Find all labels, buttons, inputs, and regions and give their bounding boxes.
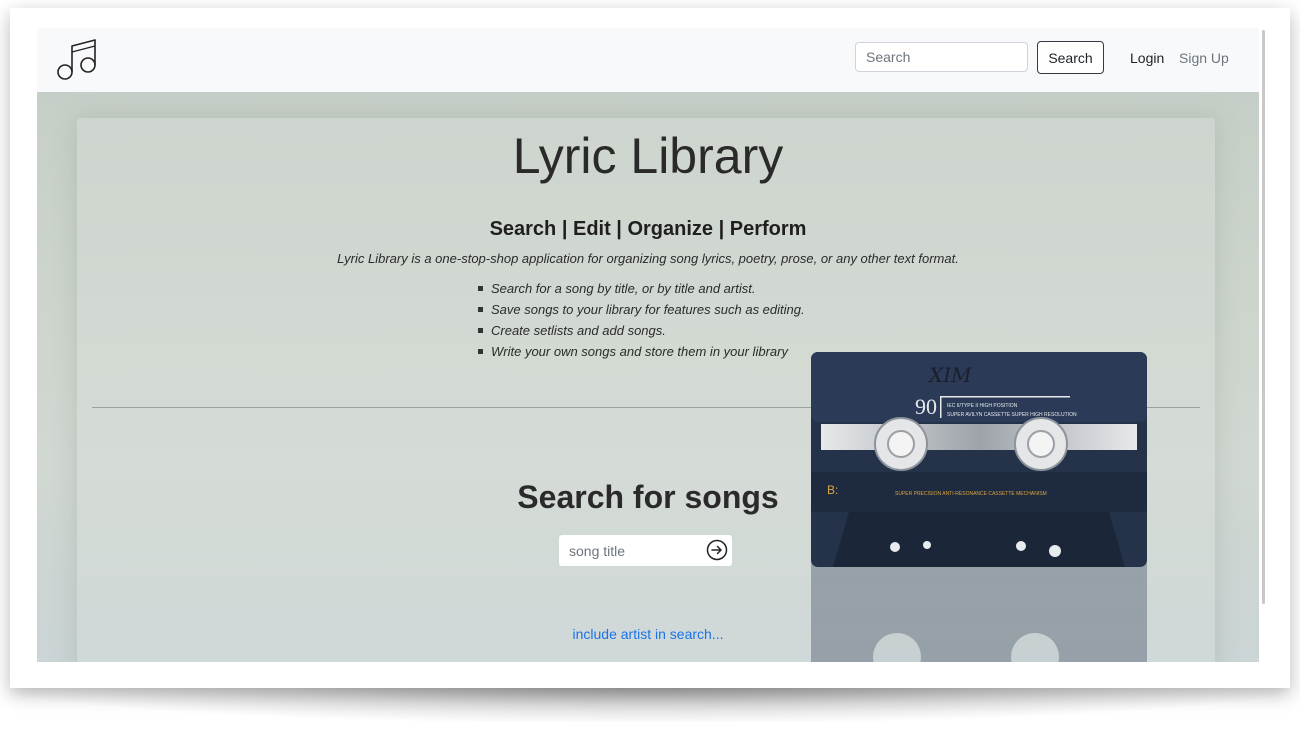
feature-list: Search for a song by title, or by title … [478,279,805,363]
arrow-right-circle-icon [706,539,728,561]
svg-text:IEC II/TYPE II HIGH POSITION: IEC II/TYPE II HIGH POSITION [947,403,1018,409]
svg-text:SUPER AVILYN CASSETTE SUPER HI: SUPER AVILYN CASSETTE SUPER HIGH RESOLUT… [947,412,1077,418]
feature-item: Create setlists and add songs. [478,321,805,342]
song-search-submit-button[interactable] [706,539,728,561]
scrollbar[interactable] [1262,30,1265,604]
feature-text: Search for a song by title, or by title … [491,281,756,296]
music-note-icon[interactable] [57,37,103,83]
tagline: Search | Edit | Organize | Perform [489,218,807,240]
page-title: Lyric Library [512,128,784,184]
nav-search-button[interactable]: Search [1037,41,1104,74]
login-link[interactable]: Login [1130,50,1164,66]
frame-shadow [10,682,1290,722]
navbar: Search Login Sign Up [37,28,1259,92]
feature-text: Create setlists and add songs. [491,323,666,338]
bullet-icon [478,286,483,292]
feature-item: Search for a song by title, or by title … [478,279,805,300]
hero-section: Lyric Library Search | Edit | Organize |… [37,92,1259,662]
song-title-input[interactable] [569,535,699,566]
feature-item: Write your own songs and store them in y… [478,342,805,363]
app-description: Lyric Library is a one-stop-shop applica… [337,251,959,266]
song-search-box [559,535,732,566]
svg-text:XIM: XIM [927,363,972,387]
svg-text:90: 90 [915,394,937,419]
include-artist-link[interactable]: include artist in search... [37,626,1259,642]
bullet-icon [478,328,483,334]
feature-item: Save songs to your library for features … [478,300,805,321]
page-viewport: Search Login Sign Up Lyric Library Searc… [37,28,1259,662]
feature-text: Save songs to your library for features … [491,302,805,317]
feature-text: Write your own songs and store them in y… [491,344,788,359]
signup-link[interactable]: Sign Up [1179,50,1229,66]
song-search-heading: Search for songs [517,479,779,515]
bullet-icon [478,349,483,355]
nav-search-input[interactable] [855,42,1028,72]
browser-frame: Search Login Sign Up Lyric Library Searc… [10,8,1290,688]
bullet-icon [478,307,483,313]
